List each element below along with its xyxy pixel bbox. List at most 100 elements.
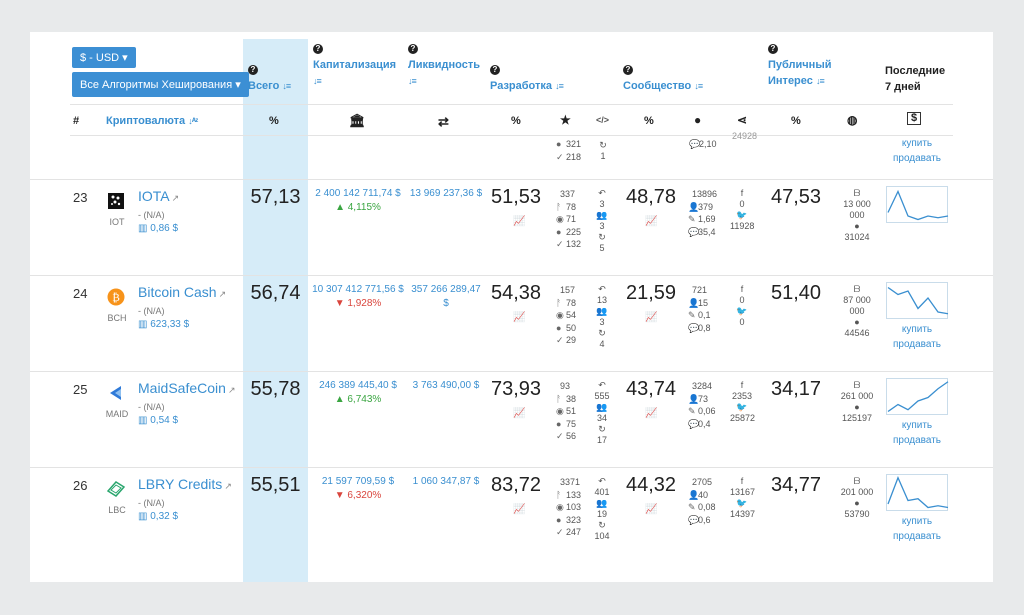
cap-change: ▼ 1,928% [334,298,382,309]
development-score: 51,53 [490,186,542,208]
svg-text:₿: ₿ [112,291,120,304]
header-divider [70,104,953,105]
bing-icon: ᗷ [853,284,861,294]
sell-link[interactable]: продавать [884,433,950,448]
sell-link[interactable]: продавать [884,529,950,544]
pen-icon: ✎ [688,406,696,416]
fork-stats: ↶ 13 👥 3 ↻ 4 [594,284,610,350]
history-icon: ↻ [598,520,606,530]
dev-stats: 337 ᚨ 78 ◉ 71 ● 225 ✓ 132 [556,189,582,249]
header-community[interactable]: ? Сообщество ↓≡ [623,65,703,94]
help-icon: ? [768,44,778,54]
help-icon: ? [623,65,633,75]
community-score: 44,32 [625,474,677,496]
dev-stats: 3371 ᚨ 133 ◉ 103 ● 323 ✓ 247 [556,477,582,537]
coin-name-link[interactable]: MaidSafeCoin ↗ [138,380,235,396]
community-chart-icon[interactable]: 📈 [645,504,657,515]
sparkline-chart [886,474,949,511]
dev-chart-icon[interactable]: 📈 [513,312,525,323]
issue-icon: ● [556,418,562,429]
header-development[interactable]: ? Разработка ↓≡ [490,65,564,94]
sparkline-line [887,476,949,509]
community-stats: 721 👤15 ✎ 0,1 💬0,8 [688,285,711,333]
pen-icon: ✎ [688,214,696,224]
table-row: 25 MAID MaidSafeCoin ↗ - (N/A) ▥ 0,54 $ 5… [30,371,993,467]
buy-link[interactable]: купить [884,322,950,337]
rank: 26 [73,478,88,493]
partial-fork-stats: ↻ 1 [599,140,607,161]
interest-score: 34,77 [770,474,822,496]
eye-icon: ◉ [556,214,564,224]
currency-dropdown[interactable]: $ - USD ▾ [72,47,136,68]
sell-link[interactable]: продавать [884,151,950,166]
interest-stats: ᗷ 201 000 ● 53790 [835,476,879,520]
star-icon: ★ [560,113,571,127]
interest-score: 34,17 [770,378,822,400]
community-stats: 3284 👤73 ✎ 0,06 💬0,4 [688,381,716,429]
header-total[interactable]: ? Всего ↓≡ [248,65,291,94]
buy-link[interactable]: купить [884,418,950,433]
development-score: 83,72 [490,474,542,496]
bar-chart-icon: ▥ [138,319,148,330]
partial-interest: 24928 [732,131,758,141]
user-icon: 👤 [688,393,700,404]
buy-link[interactable]: купить [884,136,950,151]
sort-az-icon: ↓ᴬᶻ [188,116,198,126]
header-capitalization[interactable]: ? Капитализация ↓≡ [313,44,396,89]
user-icon: 👤 [688,297,700,308]
algorithm-dropdown[interactable]: Все Алгоритмы Хеширования ▾ [72,72,249,97]
community-chart-icon[interactable]: 📈 [645,216,657,227]
currency-label: $ - USD [80,52,120,64]
dev-chart-icon[interactable]: 📈 [513,504,525,515]
issue-icon: ● [556,514,562,525]
users-icon: 👥 [596,402,608,412]
social-stats: f0 🐦 0 [730,284,754,328]
alexa-icon: ● [854,402,860,412]
community-chart-icon[interactable]: 📈 [645,408,657,419]
total-score: 55,78 [250,378,301,400]
trade-links: купить продавать [884,514,950,544]
bing-icon: ᗷ [853,476,861,486]
user-icon: 👤 [688,489,700,500]
subheader-crypto[interactable]: Криптовалюта ↓ᴬᶻ [106,115,198,127]
buy-link[interactable]: купить [884,514,950,529]
coin-name-link[interactable]: LBRY Credits ↗ [138,476,232,492]
reply-icon: ↶ [598,476,606,486]
interest-stats: ᗷ 261 000 ● 125197 [835,380,879,424]
community-chart-icon[interactable]: 📈 [645,312,657,323]
algorithm-label: Все Алгоритмы Хеширования [80,79,233,91]
eye-icon: ◉ [556,502,564,512]
capitalization-value: 10 307 412 771,56 $ ▼ 1,928% [312,284,404,309]
fork-icon: ᚨ [556,393,562,404]
liquidity-value: 13 969 237,36 $ [409,188,483,199]
reply-icon: ↶ [598,284,606,294]
twitter-icon: 🐦 [736,402,748,412]
dev-chart-icon[interactable]: 📈 [513,408,525,419]
coin-rank-na: - (N/A) [138,210,165,220]
header-public-interest[interactable]: ? Публичный Интерес ↓≡ [768,44,831,89]
help-icon: ? [490,65,500,75]
header-liquidity[interactable]: ? Ликвидность ↓≡ [408,44,480,89]
sell-link[interactable]: продавать [884,337,950,352]
facebook-icon: f [740,188,744,198]
dev-chart-icon[interactable]: 📈 [513,216,525,227]
subheader-interest-pct: % [791,115,801,127]
history-icon: ↻ [598,424,606,434]
coin-name-link[interactable]: IOTA ↗ [138,188,179,204]
coin-name-link[interactable]: Bitcoin Cash ↗ [138,284,226,300]
external-link-icon: ↗ [224,481,232,491]
coin-price: ▥ 0,32 $ [138,511,179,522]
eye-icon: ◉ [556,310,564,320]
alexa-icon: ● [854,498,860,508]
rank: 25 [73,382,88,397]
reply-icon: ↶ [598,188,606,198]
subheader-total-pct: % [269,115,279,127]
partial-dev-stats: ● 321 ✓ 218 [556,139,582,162]
globe-icon: ◍ [847,113,858,127]
alexa-icon: ● [854,317,860,327]
history-icon: ↻ [598,232,606,242]
sort-icon: ↓≡ [694,81,703,91]
comment-icon: 💬 [688,322,700,333]
facebook-icon: f [740,476,744,486]
community-score: 48,78 [625,186,677,208]
